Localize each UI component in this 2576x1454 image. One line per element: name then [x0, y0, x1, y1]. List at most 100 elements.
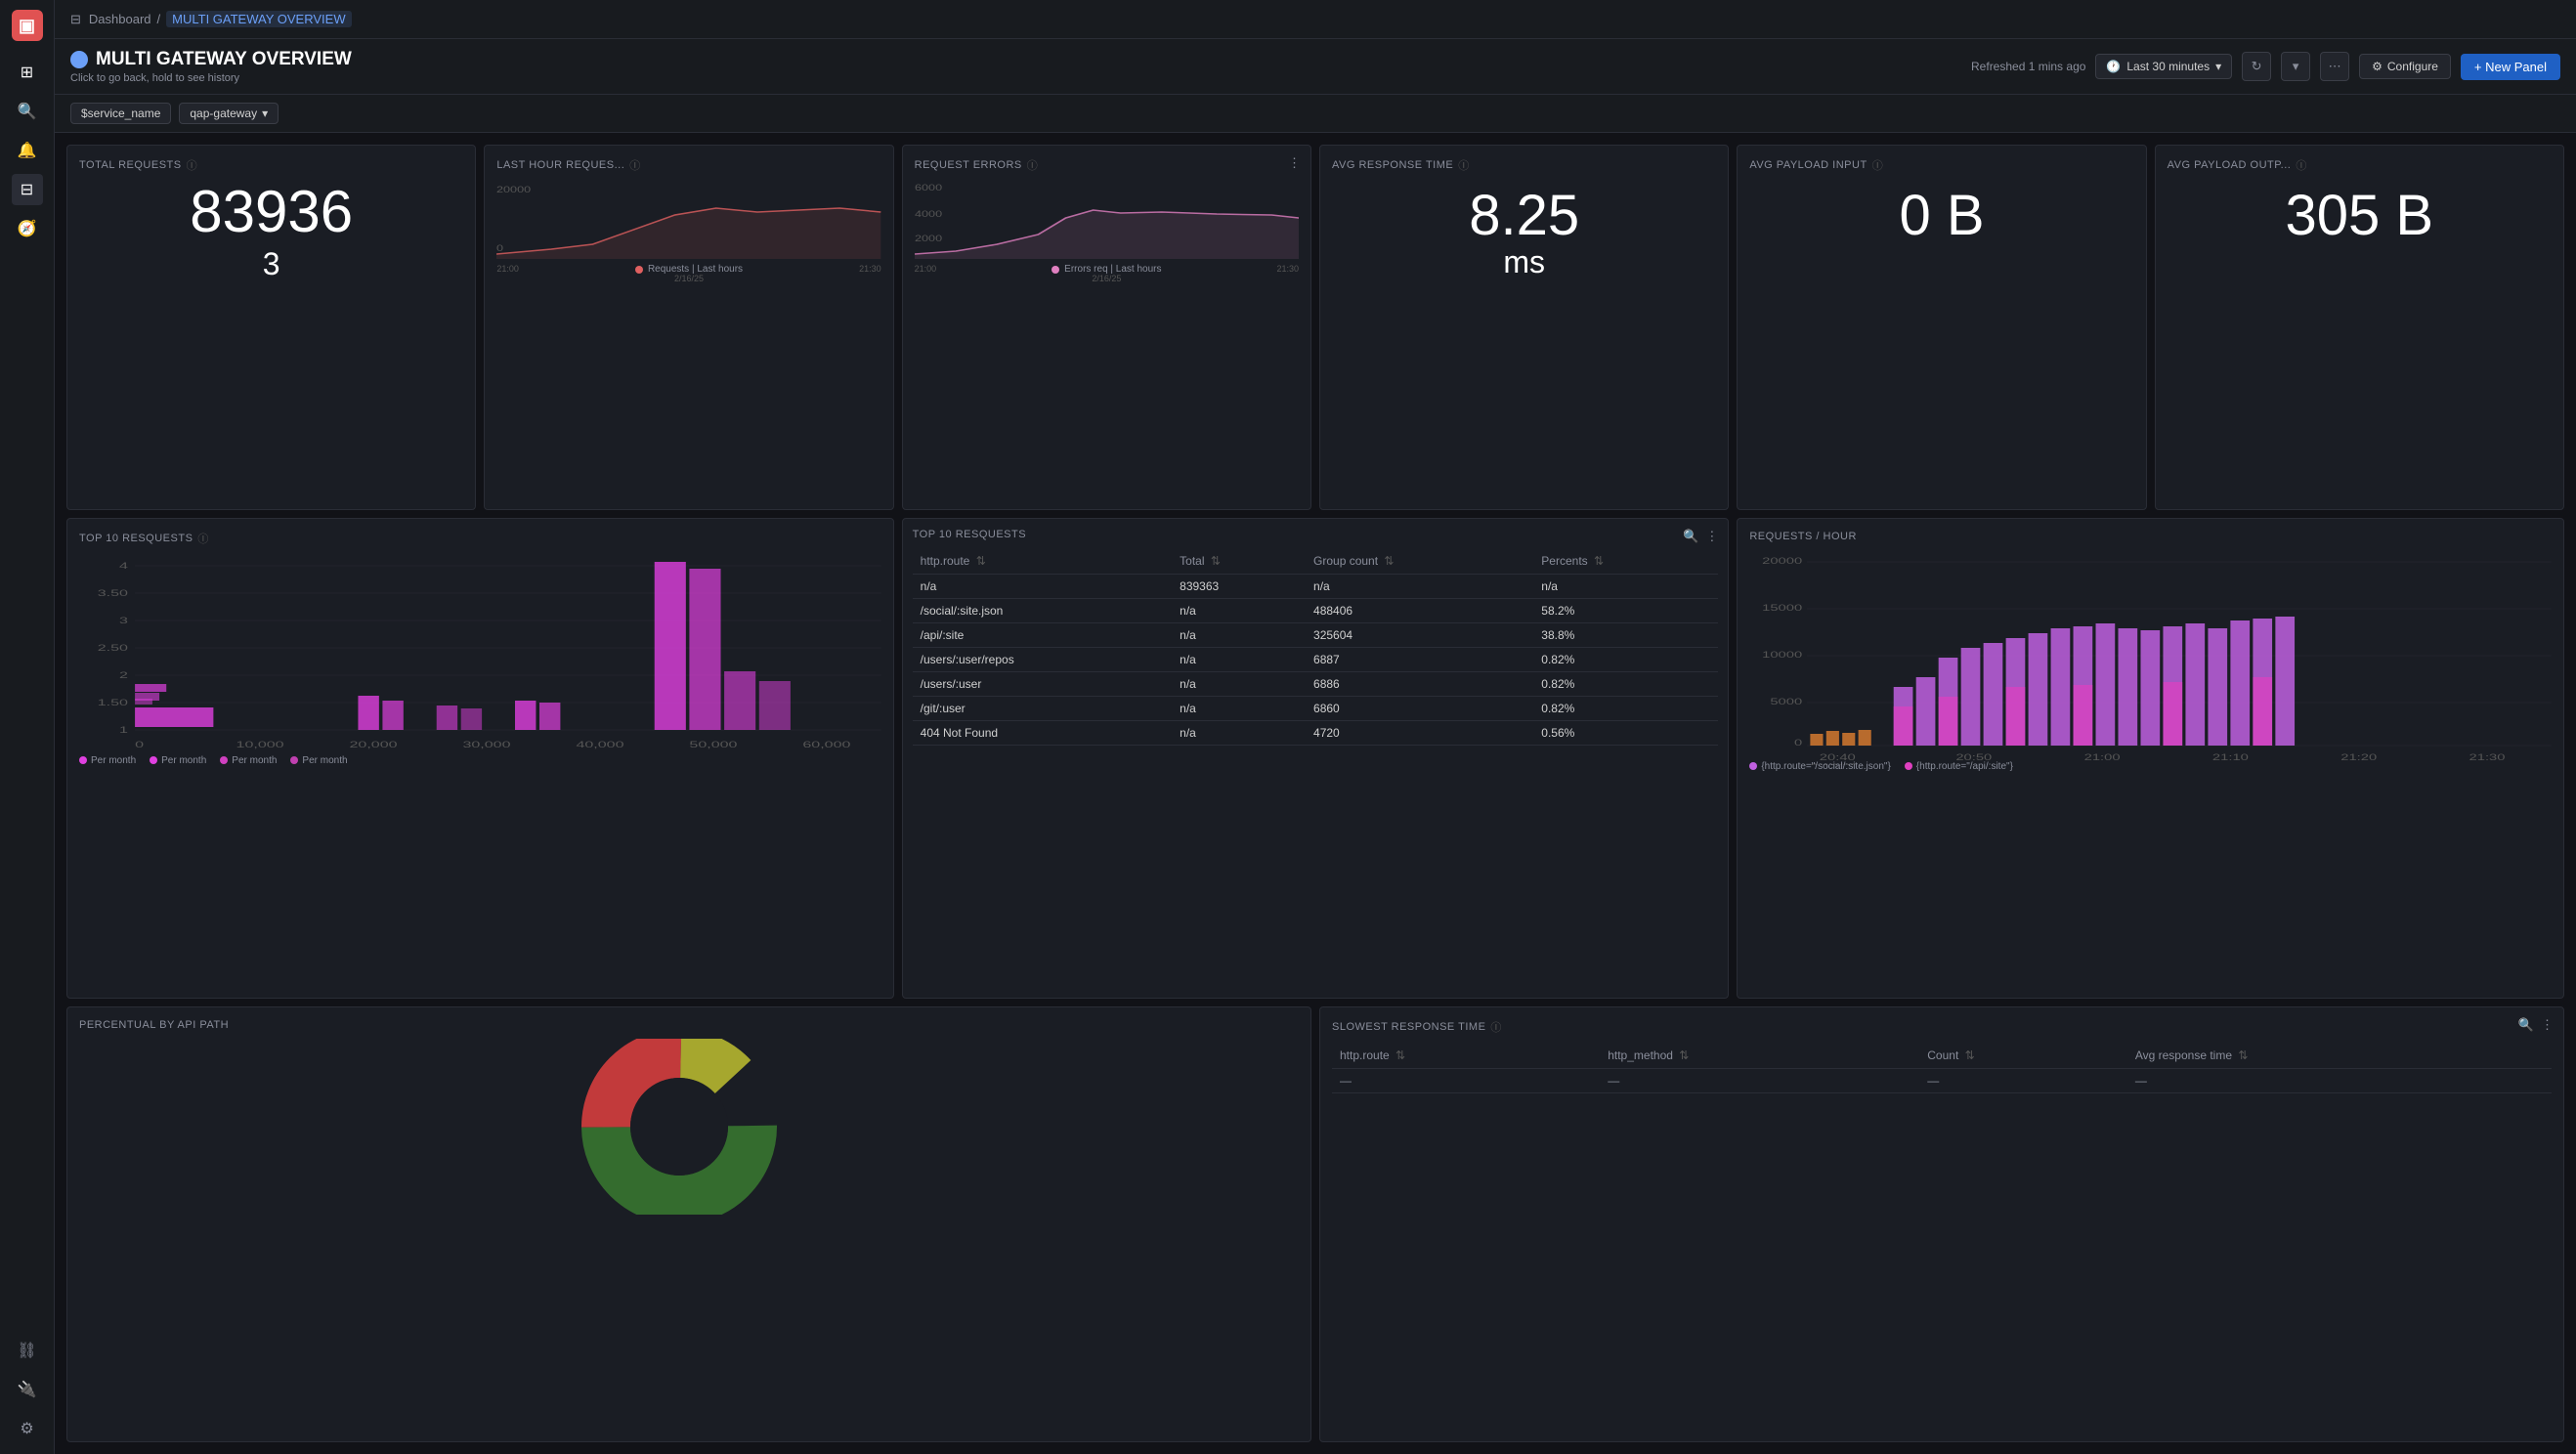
- sort-icon-route: ⇅: [976, 554, 986, 568]
- sidebar-item-alerts[interactable]: 🔔: [12, 135, 43, 166]
- legend-item-social: {http.route="/social/:site.json"}: [1749, 761, 1890, 772]
- info-icon: ⓘ: [2296, 157, 2307, 173]
- sidebar-item-home[interactable]: ⊞: [12, 57, 43, 88]
- new-panel-button[interactable]: + New Panel: [2461, 54, 2560, 80]
- cell-total: n/a: [1172, 598, 1306, 622]
- col-percents[interactable]: Percents ⇅: [1533, 548, 1718, 575]
- last-hour-x2: 21:30: [859, 264, 881, 274]
- legend-item-4: Per month: [290, 755, 347, 766]
- legend-dot-2: [150, 756, 157, 764]
- breadcrumb-home[interactable]: Dashboard: [89, 12, 151, 26]
- svg-text:1.50: 1.50: [98, 697, 128, 706]
- panel-avg-payload-input: AVG PAYLOAD INPUT ⓘ 0 B: [1737, 145, 2146, 510]
- clock-icon: 🕐: [2106, 60, 2121, 73]
- total-requests-sub-value: 3: [79, 246, 463, 282]
- new-panel-label: + New Panel: [2474, 60, 2547, 74]
- configure-button[interactable]: ⚙ Configure: [2359, 54, 2451, 79]
- dashboard-subtitle: Click to go back, hold to see history: [70, 72, 352, 84]
- cell-route: 404 Not Found: [913, 720, 1172, 745]
- col-group-count[interactable]: Group count ⇅: [1306, 548, 1533, 575]
- cell-group-count: 6887: [1306, 647, 1533, 671]
- table-row: /users/:user/repos n/a 6887 0.82%: [913, 647, 1719, 671]
- refresh-info: Refreshed 1 mins ago: [1971, 60, 2085, 73]
- svg-text:60,000: 60,000: [802, 739, 850, 748]
- last-hour-date: 2/16/25: [496, 274, 880, 283]
- svg-text:4000: 4000: [915, 210, 942, 220]
- sidebar-item-settings[interactable]: ⚙: [12, 1413, 43, 1444]
- panel-last-hour-requests: LAST HOUR REQUES... ⓘ 20000 0 21:00 21:3…: [484, 145, 893, 510]
- svg-text:10000: 10000: [1762, 650, 1802, 660]
- sort-icon-route-slow: ⇅: [1395, 1048, 1405, 1062]
- top10-table: http.route ⇅ Total ⇅ Group count ⇅ Per: [913, 548, 1719, 746]
- col-count[interactable]: Count ⇅: [1919, 1043, 2127, 1069]
- table-row: 404 Not Found n/a 4720 0.56%: [913, 720, 1719, 745]
- legend-item-1: Per month: [79, 755, 136, 766]
- slowest-more-button[interactable]: ⋮: [2541, 1017, 2554, 1033]
- cell-route: /git/:user: [913, 696, 1172, 720]
- legend-item-api: {http.route="/api/:site"}: [1905, 761, 2013, 772]
- table-row: /users/:user n/a 6886 0.82%: [913, 671, 1719, 696]
- cell-group-count: 325604: [1306, 622, 1533, 647]
- cell-route: /users/:user: [913, 671, 1172, 696]
- dashboard-header: MULTI GATEWAY OVERVIEW Click to go back,…: [55, 39, 2576, 95]
- chevron-down-icon: ▾: [262, 107, 268, 120]
- header-controls: Refreshed 1 mins ago 🕐 Last 30 minutes ▾…: [1971, 52, 2560, 81]
- time-range-picker[interactable]: 🕐 Last 30 minutes ▾: [2095, 54, 2232, 79]
- top10-bar-chart: 4 3.50 3 2.50 2 1.50 1: [79, 554, 881, 749]
- svg-text:20,000: 20,000: [350, 739, 398, 748]
- sidebar-item-connections[interactable]: ⛓: [12, 1335, 43, 1366]
- dashboard-title[interactable]: MULTI GATEWAY OVERVIEW: [70, 49, 352, 70]
- cell-total: 839363: [1172, 574, 1306, 598]
- configure-icon: ⚙: [2372, 60, 2383, 73]
- table-row: /api/:site n/a 325604 38.8%: [913, 622, 1719, 647]
- refresh-options-button[interactable]: ▾: [2281, 52, 2310, 81]
- gateway-filter[interactable]: qap-gateway ▾: [179, 103, 279, 124]
- sort-icon-count: ⇅: [1965, 1048, 1975, 1062]
- avg-response-unit: ms: [1332, 244, 1716, 280]
- col-total[interactable]: Total ⇅: [1172, 548, 1306, 575]
- app-logo[interactable]: ▣: [12, 10, 43, 41]
- col-http-route[interactable]: http.route ⇅: [1332, 1043, 1600, 1069]
- panel-top10-bar: Top 10 Resquests ⓘ 4 3.50 3 2.50 2 1.50 …: [66, 518, 894, 1000]
- legend-item-3: Per month: [220, 755, 277, 766]
- slowest-table: http.route ⇅ http_method ⇅ Count ⇅ Avg: [1332, 1043, 2552, 1093]
- slowest-search-button[interactable]: 🔍: [2518, 1017, 2534, 1033]
- cell-route: /social/:site.json: [913, 598, 1172, 622]
- main-content: ⊟ Dashboard / MULTI GATEWAY OVERVIEW MUL…: [55, 0, 2576, 1454]
- legend-dot-social: [1749, 762, 1757, 770]
- breadcrumb-current[interactable]: MULTI GATEWAY OVERVIEW: [166, 11, 351, 27]
- col-route[interactable]: http.route ⇅: [913, 548, 1172, 575]
- panel-last-hour-title: LAST HOUR REQUES... ⓘ: [496, 157, 880, 173]
- cell-total: n/a: [1172, 622, 1306, 647]
- table-search-button[interactable]: 🔍: [1683, 529, 1698, 544]
- more-options-button[interactable]: ⋯: [2320, 52, 2349, 81]
- legend-item-2: Per month: [150, 755, 206, 766]
- refresh-button[interactable]: ↻: [2242, 52, 2271, 81]
- service-name-filter[interactable]: $service_name: [70, 103, 171, 124]
- gateway-label: qap-gateway: [190, 107, 257, 120]
- sidebar-item-explore[interactable]: 🧭: [12, 213, 43, 244]
- panel-total-requests-title: TOTAL REQUESTS ⓘ: [79, 157, 463, 173]
- breadcrumb-separator: /: [157, 12, 161, 26]
- cell-percents: 0.82%: [1533, 696, 1718, 720]
- panel-payload-output-title: AVG PAYLOAD OUTP... ⓘ: [2168, 157, 2552, 173]
- svg-text:40,000: 40,000: [576, 739, 623, 748]
- legend-dot-1: [79, 756, 87, 764]
- top10-bar-legend: Per month Per month Per month Per month: [79, 755, 881, 766]
- sidebar-item-search[interactable]: 🔍: [12, 96, 43, 127]
- svg-text:21:10: 21:10: [2212, 752, 2249, 762]
- cell-percents: 0.56%: [1533, 720, 1718, 745]
- sidebar-item-plugins[interactable]: 🔌: [12, 1374, 43, 1405]
- panels-grid: TOTAL REQUESTS ⓘ 83936 3 LAST HOUR REQUE…: [55, 133, 2576, 1454]
- cell-group-count: 6886: [1306, 671, 1533, 696]
- breadcrumb: Dashboard / MULTI GATEWAY OVERVIEW: [89, 11, 352, 27]
- errors-more-button[interactable]: ⋮: [1288, 155, 1301, 171]
- legend-dot-4: [290, 756, 298, 764]
- svg-text:21:00: 21:00: [2084, 752, 2121, 762]
- table-more-button[interactable]: ⋮: [1705, 529, 1718, 544]
- cell-group-count: n/a: [1306, 574, 1533, 598]
- panel-top10-table: Top 10 Resquests 🔍 ⋮ http.route ⇅ Total …: [902, 518, 1730, 1000]
- col-http-method[interactable]: http_method ⇅: [1600, 1043, 1919, 1069]
- col-avg-response[interactable]: Avg response time ⇅: [2127, 1043, 2552, 1069]
- sidebar-item-dashboards[interactable]: ⊟: [12, 174, 43, 205]
